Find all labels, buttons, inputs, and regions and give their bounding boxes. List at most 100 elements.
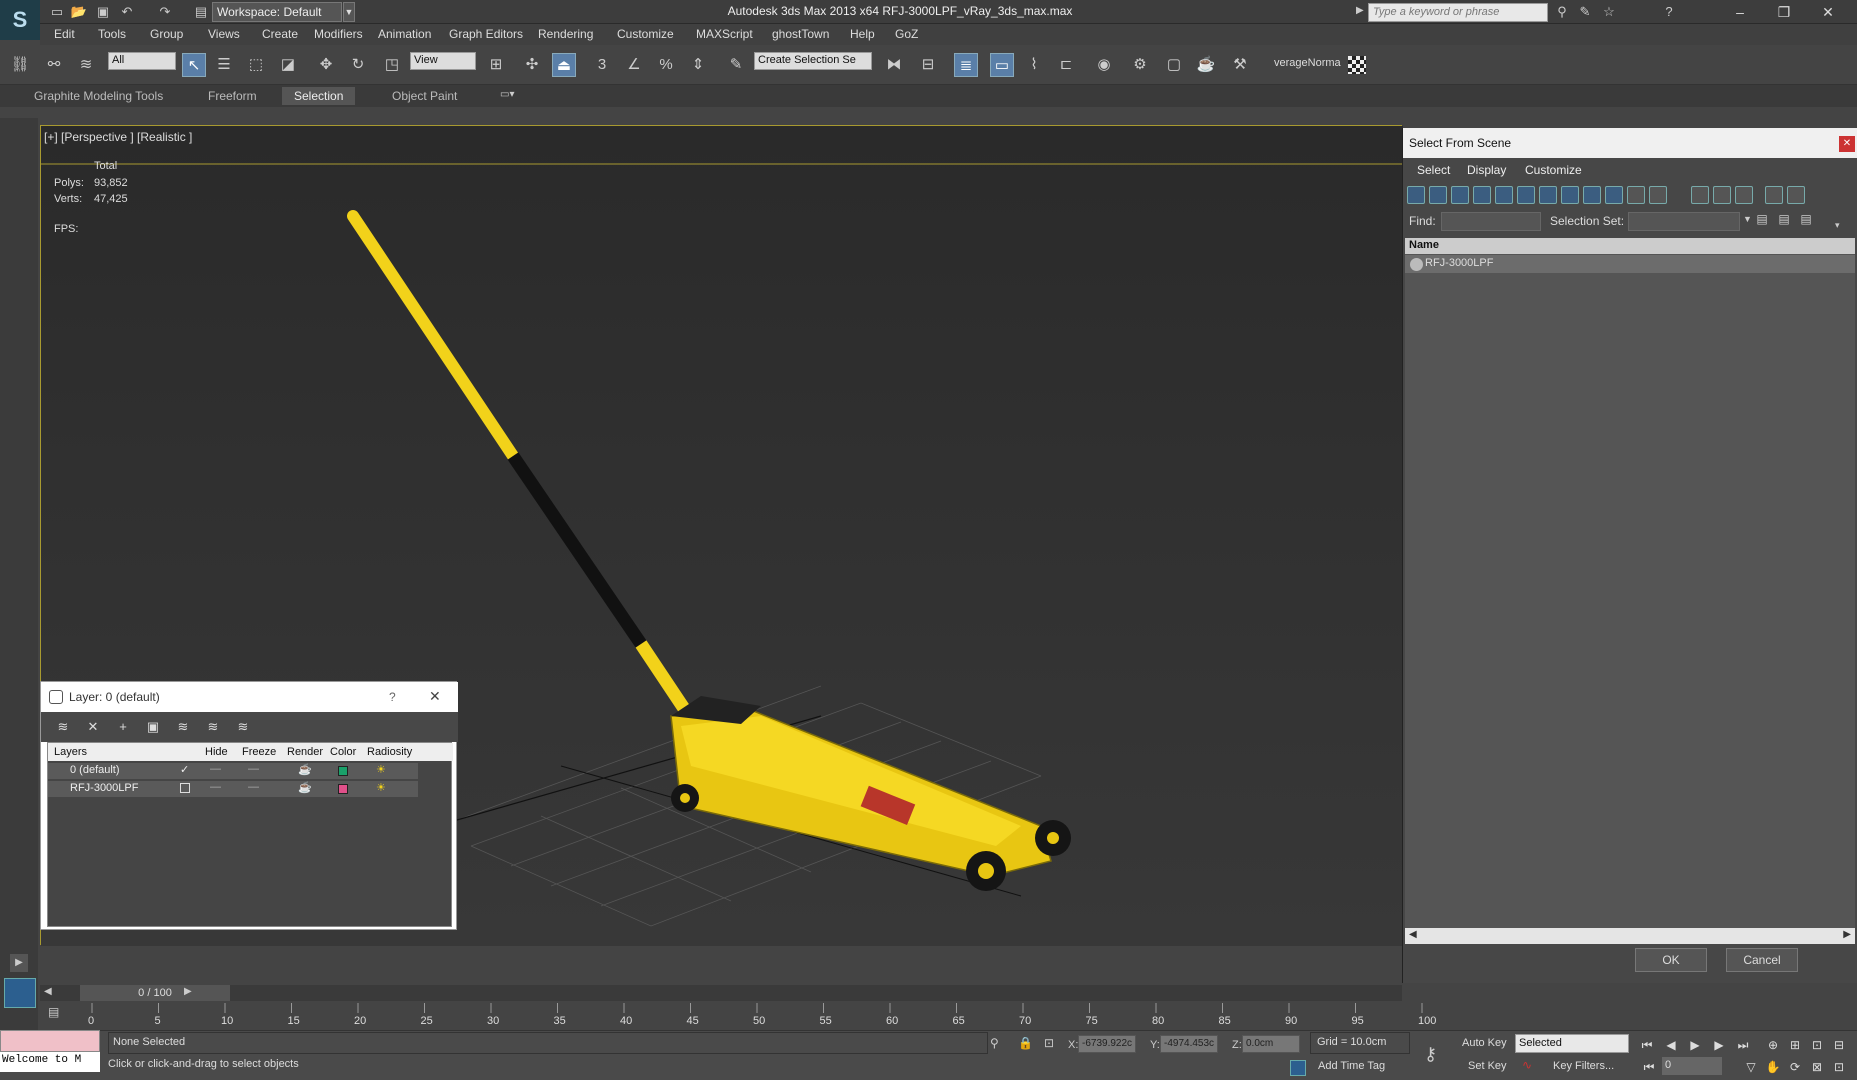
select-invert-icon[interactable]: [1735, 186, 1753, 204]
next-frame-icon[interactable]: ▶: [184, 986, 192, 997]
render-teapot-icon[interactable]: ☕: [298, 763, 312, 776]
search-expand-icon[interactable]: ▶: [1356, 5, 1364, 16]
rendered-frame-icon[interactable]: ▢: [1162, 53, 1186, 77]
time-tag-icon[interactable]: [1290, 1060, 1306, 1076]
layer-name[interactable]: RFJ-3000LPF: [70, 782, 138, 794]
tab-selection[interactable]: Selection: [282, 87, 356, 105]
menu-maxscript[interactable]: MAXScript: [696, 27, 753, 41]
menu-select[interactable]: Select: [1417, 163, 1450, 177]
material-editor-icon[interactable]: ◉: [1092, 53, 1116, 77]
radiosity-icon[interactable]: ☀: [376, 781, 386, 794]
column-color[interactable]: Color: [330, 746, 356, 758]
key-mode-toggle-icon[interactable]: ⏮: [1640, 1058, 1658, 1076]
menu-edit[interactable]: Edit: [54, 27, 75, 41]
hide-toggle[interactable]: —: [210, 781, 221, 793]
save-selection-set-icon[interactable]: ▤: [1753, 212, 1771, 230]
select-manipulate-icon[interactable]: ✣: [520, 53, 544, 77]
schematic-view-icon[interactable]: ⊏: [1054, 53, 1078, 77]
menu-views[interactable]: Views: [208, 27, 240, 41]
freeze-toggle[interactable]: —: [248, 781, 259, 793]
chevron-down-icon[interactable]: ▼: [1743, 214, 1752, 224]
window-crossing-icon[interactable]: ◪: [276, 53, 300, 77]
menu-help[interactable]: Help: [850, 27, 875, 41]
freeze-all-layers-icon[interactable]: ≋: [235, 719, 251, 735]
percent-snap-icon[interactable]: %: [654, 53, 678, 77]
display-helpers-icon[interactable]: [1495, 186, 1513, 204]
lock-selection-icon[interactable]: 🔒: [1018, 1036, 1033, 1050]
render-setup-icon[interactable]: ⚙: [1128, 53, 1152, 77]
layer-color-swatch[interactable]: [338, 766, 348, 776]
horizontal-scrollbar[interactable]: ◀ ▶: [1405, 928, 1855, 944]
manage-selection-set-icon[interactable]: ▤: [1797, 212, 1815, 230]
column-freeze[interactable]: Freeze: [242, 746, 276, 758]
layer-name[interactable]: 0 (default): [70, 764, 120, 776]
link-icon[interactable]: ⛓: [8, 53, 32, 77]
maximize-toggle-icon[interactable]: ⊡: [1830, 1058, 1848, 1076]
filter-icon[interactable]: [1765, 186, 1783, 204]
maximize-viewport-icon[interactable]: ⊟: [1830, 1036, 1848, 1054]
track-bar[interactable]: 0 5 10 15 20 25 30 35 40 45 50 55 60 65 70 75 80 85 90 95 10…: [88, 1001, 1478, 1029]
move-icon[interactable]: ✥: [314, 53, 338, 77]
tab-object-paint[interactable]: Object Paint: [380, 87, 469, 105]
set-key-button[interactable]: Set Key: [1468, 1060, 1507, 1072]
play-icon[interactable]: ▶: [1686, 1036, 1704, 1054]
binoculars-icon[interactable]: ⚲: [1553, 3, 1571, 21]
communication-icon[interactable]: ✎: [1576, 3, 1594, 21]
time-slider[interactable]: 0 / 100: [80, 985, 230, 1001]
walkthrough-icon[interactable]: ⊠: [1808, 1058, 1826, 1076]
layer-manager-icon[interactable]: ≣: [954, 53, 978, 77]
pan-icon[interactable]: ✋: [1764, 1058, 1782, 1076]
tab-freeform[interactable]: Freeform: [196, 87, 269, 105]
key-icon[interactable]: ⚷: [1424, 1044, 1437, 1065]
minimize-icon[interactable]: –: [1718, 0, 1762, 24]
freeze-toggle[interactable]: —: [248, 763, 259, 775]
layer-row[interactable]: 0 (default) ✓ — — ☕ ☀: [48, 763, 418, 779]
select-object-icon[interactable]: ↖: [182, 53, 206, 77]
column-render[interactable]: Render: [287, 746, 323, 758]
display-geometry-icon[interactable]: [1407, 186, 1425, 204]
maxscript-listener-text[interactable]: Welcome to M: [0, 1052, 100, 1072]
layer-color-swatch[interactable]: [338, 784, 348, 794]
options-chevron-icon[interactable]: ▾: [1835, 220, 1840, 231]
menu-goz[interactable]: GoZ: [895, 27, 918, 41]
save-icon[interactable]: ▣: [94, 3, 112, 21]
select-none-icon[interactable]: [1713, 186, 1731, 204]
ok-button[interactable]: OK: [1635, 948, 1707, 972]
redo-icon[interactable]: ↷: [156, 3, 174, 21]
menu-create[interactable]: Create: [262, 27, 298, 41]
column-radiosity[interactable]: Radiosity: [367, 746, 412, 758]
set-current-layer-icon[interactable]: [180, 783, 190, 793]
key-filters-button[interactable]: Key Filters...: [1553, 1060, 1614, 1072]
custom-toolbar-label[interactable]: verageNorma: [1274, 57, 1341, 69]
mini-curve-editor-icon[interactable]: [4, 978, 36, 1008]
workspace-dropdown[interactable]: Workspace: Default: [212, 2, 342, 22]
key-mode-dropdown[interactable]: Selected: [1515, 1034, 1629, 1053]
select-layer-objects-icon[interactable]: ▣: [145, 719, 161, 735]
align-icon[interactable]: ⊟: [916, 53, 940, 77]
spinner-snap-icon[interactable]: ⇕: [686, 53, 710, 77]
track-bar-menu-icon[interactable]: ▤: [48, 1005, 72, 1023]
key-curve-icon[interactable]: ∿: [1522, 1058, 1532, 1072]
load-selection-set-icon[interactable]: ▤: [1775, 212, 1793, 230]
bind-space-warp-icon[interactable]: ≋: [74, 53, 98, 77]
column-layers[interactable]: Layers: [54, 746, 87, 758]
render-teapot-icon[interactable]: ☕: [298, 781, 312, 794]
find-input[interactable]: [1441, 212, 1541, 231]
add-time-tag[interactable]: Add Time Tag: [1318, 1060, 1385, 1072]
new-file-icon[interactable]: ▭: [48, 3, 66, 21]
display-containers-icon[interactable]: [1605, 186, 1623, 204]
graphite-toggle-icon[interactable]: ▭: [990, 53, 1014, 77]
render-production-icon[interactable]: ☕: [1194, 53, 1218, 77]
display-hidden-icon[interactable]: [1649, 186, 1667, 204]
display-xrefs-icon[interactable]: [1561, 186, 1579, 204]
menu-display[interactable]: Display: [1467, 163, 1506, 177]
display-spacewarps-icon[interactable]: [1517, 186, 1535, 204]
menu-modifiers[interactable]: Modifiers: [314, 27, 363, 41]
pivot-center-icon[interactable]: ⊞: [484, 53, 508, 77]
previous-key-icon[interactable]: ◀: [1662, 1036, 1680, 1054]
menu-ghosttown[interactable]: ghostTown: [772, 27, 829, 41]
unlink-icon[interactable]: ⚯: [42, 53, 66, 77]
scroll-right-icon[interactable]: ▶: [1843, 929, 1851, 940]
viewport-label-menu[interactable]: [+] [Perspective ] [Realistic ]: [44, 130, 192, 144]
menu-rendering[interactable]: Rendering: [538, 27, 593, 41]
